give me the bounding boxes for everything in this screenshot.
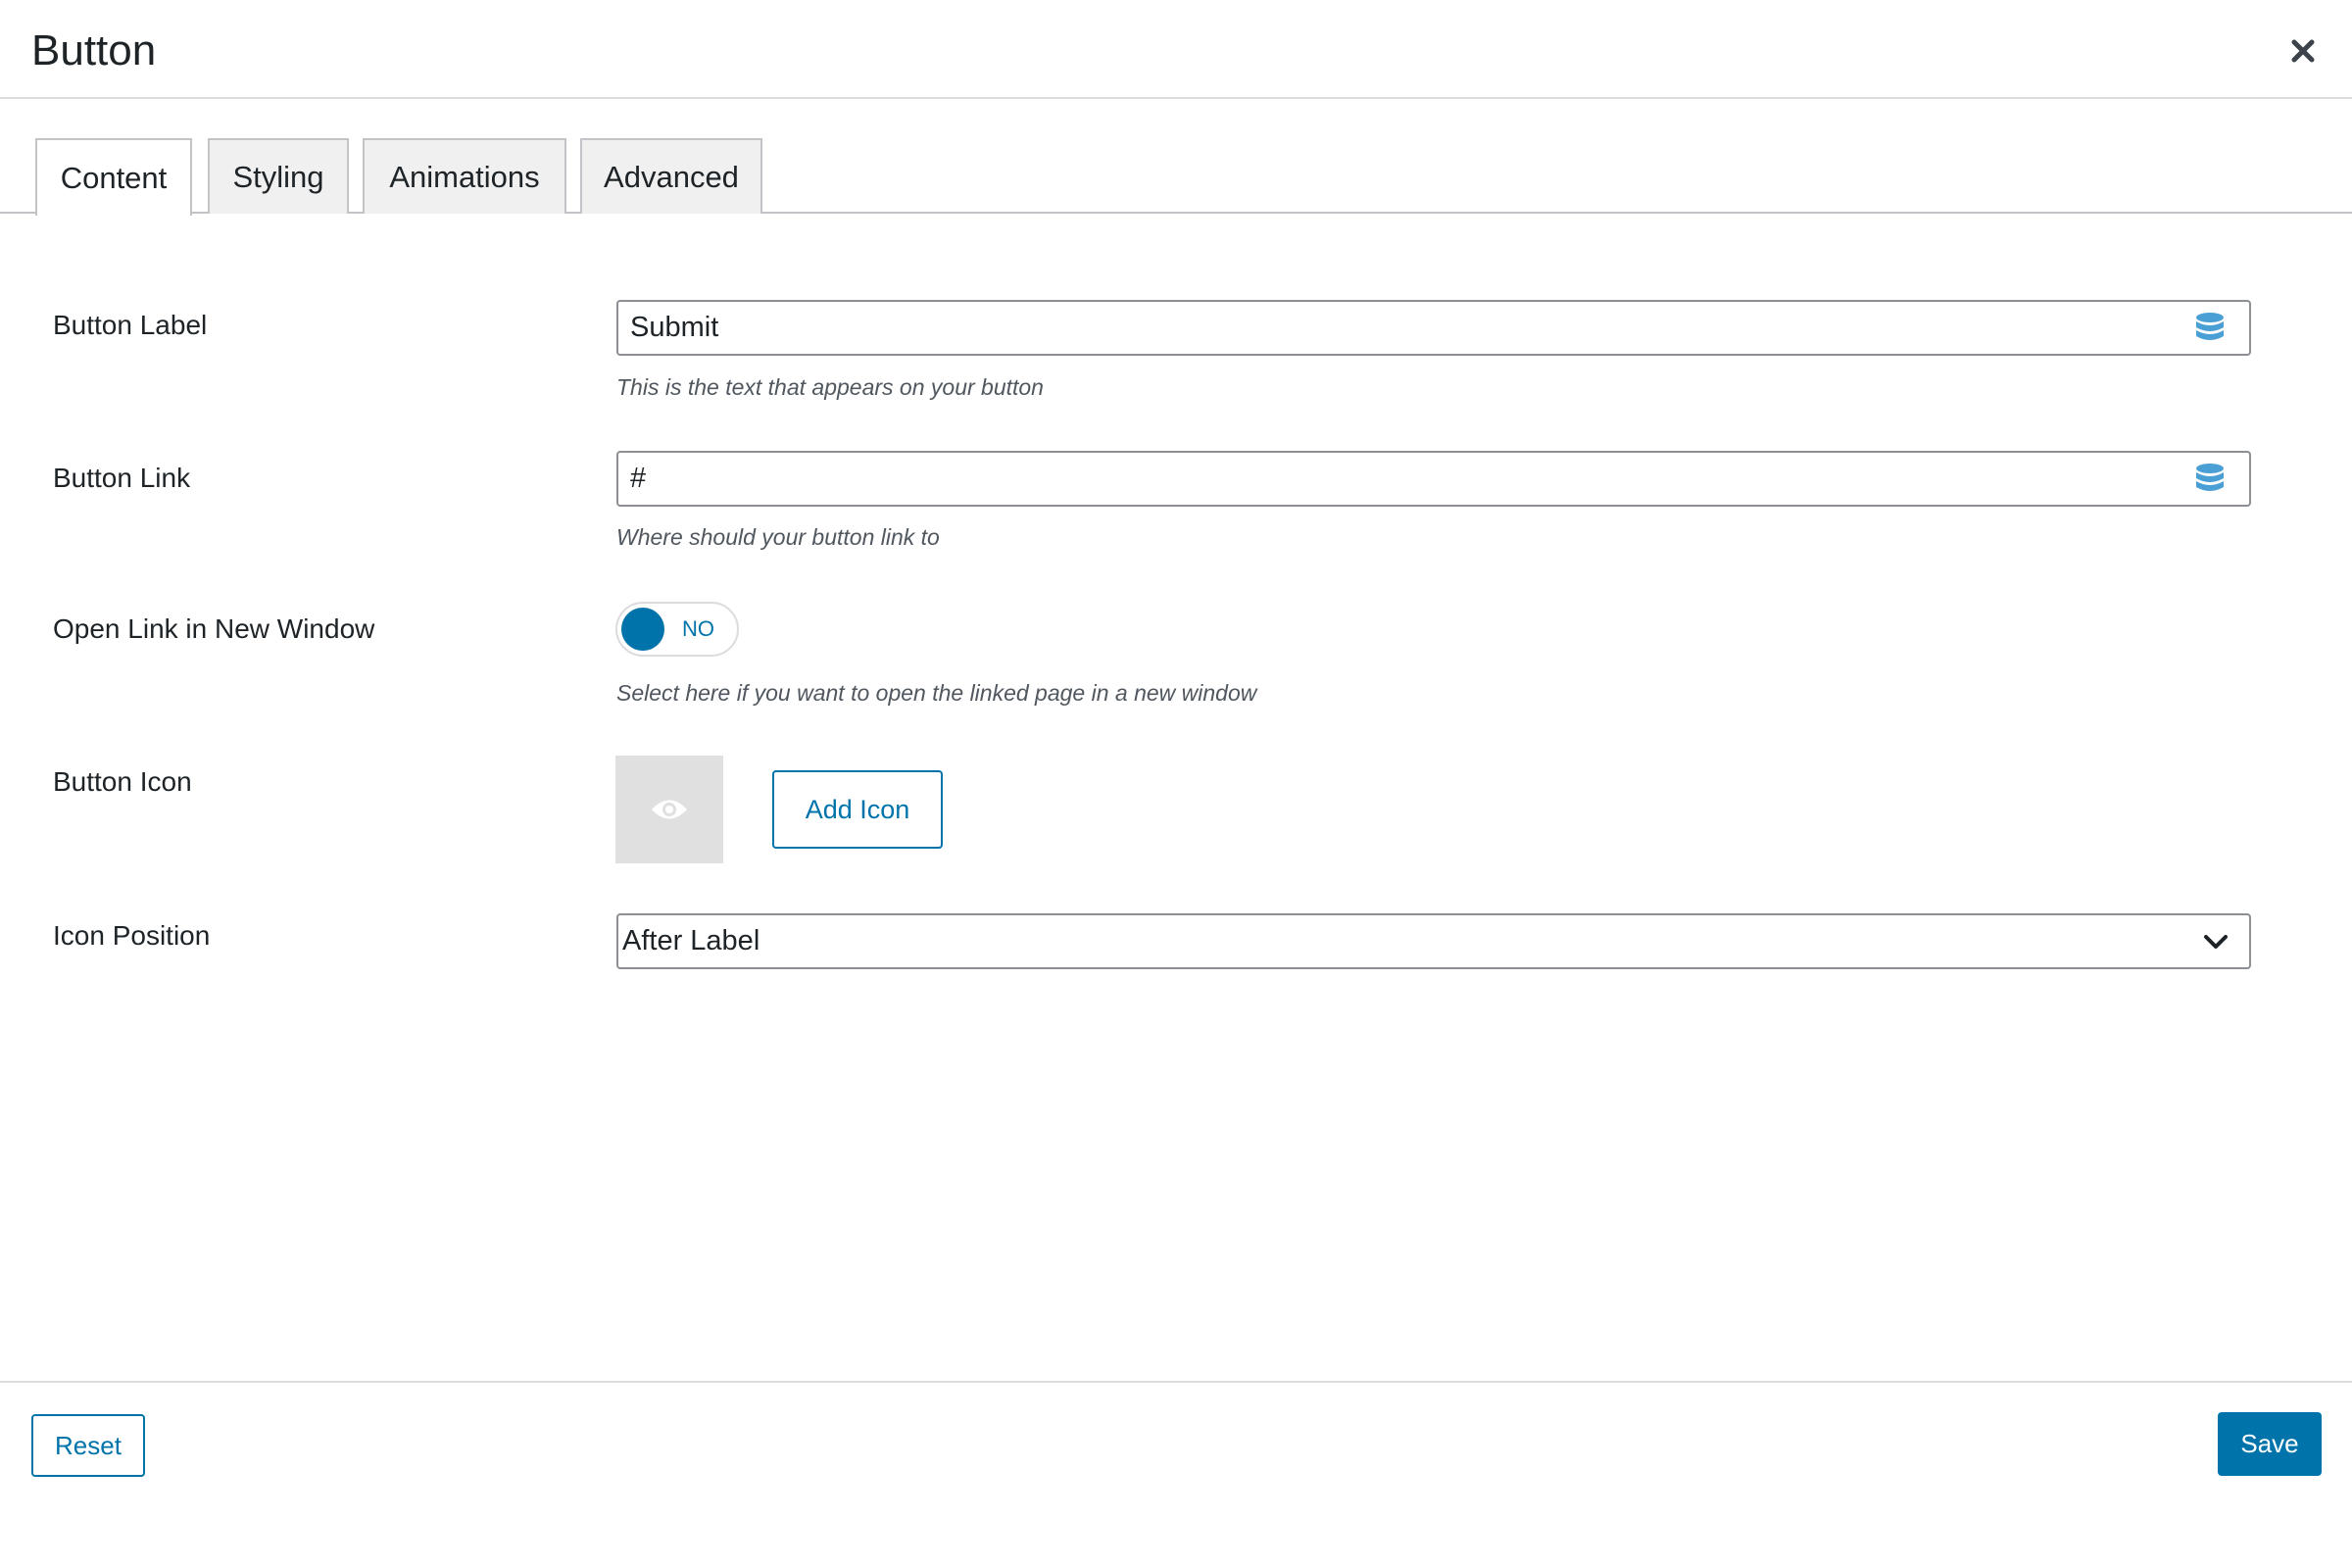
save-button[interactable]: Save xyxy=(2218,1412,2322,1476)
button-icon-label: Button Icon xyxy=(53,766,192,797)
button-link-value: # xyxy=(630,463,647,494)
eye-icon xyxy=(652,800,687,819)
button-label-label: Button Label xyxy=(53,310,208,340)
dialog-title: Button xyxy=(31,26,157,74)
tab-bar: Content Styling Animations Advanced xyxy=(0,138,2352,216)
icon-position-select[interactable]: After Label xyxy=(616,913,2251,969)
tab-styling[interactable]: Styling xyxy=(208,138,349,214)
reset-button[interactable]: Reset xyxy=(31,1414,145,1477)
button-link-label: Button Link xyxy=(53,463,191,493)
toggle-knob xyxy=(621,608,664,651)
dialog-footer: Reset Save xyxy=(0,1381,2352,1568)
button-label-value: Submit xyxy=(630,312,719,343)
close-icon xyxy=(2291,39,2315,63)
close-button[interactable] xyxy=(2276,24,2330,78)
chevron-down-icon xyxy=(2204,935,2228,949)
button-label-input[interactable]: Submit xyxy=(616,300,2251,356)
database-icon[interactable] xyxy=(2194,463,2226,496)
tab-animations[interactable]: Animations xyxy=(363,138,566,214)
button-link-input[interactable]: # xyxy=(616,451,2251,507)
new-window-label: Open Link in New Window xyxy=(53,613,375,644)
button-settings-dialog: Button Content Styling Animations Advanc… xyxy=(0,0,2352,1568)
icon-position-value: After Label xyxy=(622,925,760,956)
new-window-toggle[interactable]: NO xyxy=(615,602,739,657)
new-window-help: Select here if you want to open the link… xyxy=(616,680,1257,706)
toggle-state-text: NO xyxy=(682,616,714,641)
button-label-help: This is the text that appears on your bu… xyxy=(616,374,1044,400)
tab-content[interactable]: Content xyxy=(35,138,192,216)
add-icon-button[interactable]: Add Icon xyxy=(772,770,943,849)
icon-position-label: Icon Position xyxy=(53,920,211,951)
button-link-help: Where should your button link to xyxy=(616,524,940,550)
dialog-header: Button xyxy=(0,0,2352,99)
database-icon[interactable] xyxy=(2194,312,2226,345)
tab-advanced[interactable]: Advanced xyxy=(580,138,762,214)
icon-preview xyxy=(615,756,723,863)
